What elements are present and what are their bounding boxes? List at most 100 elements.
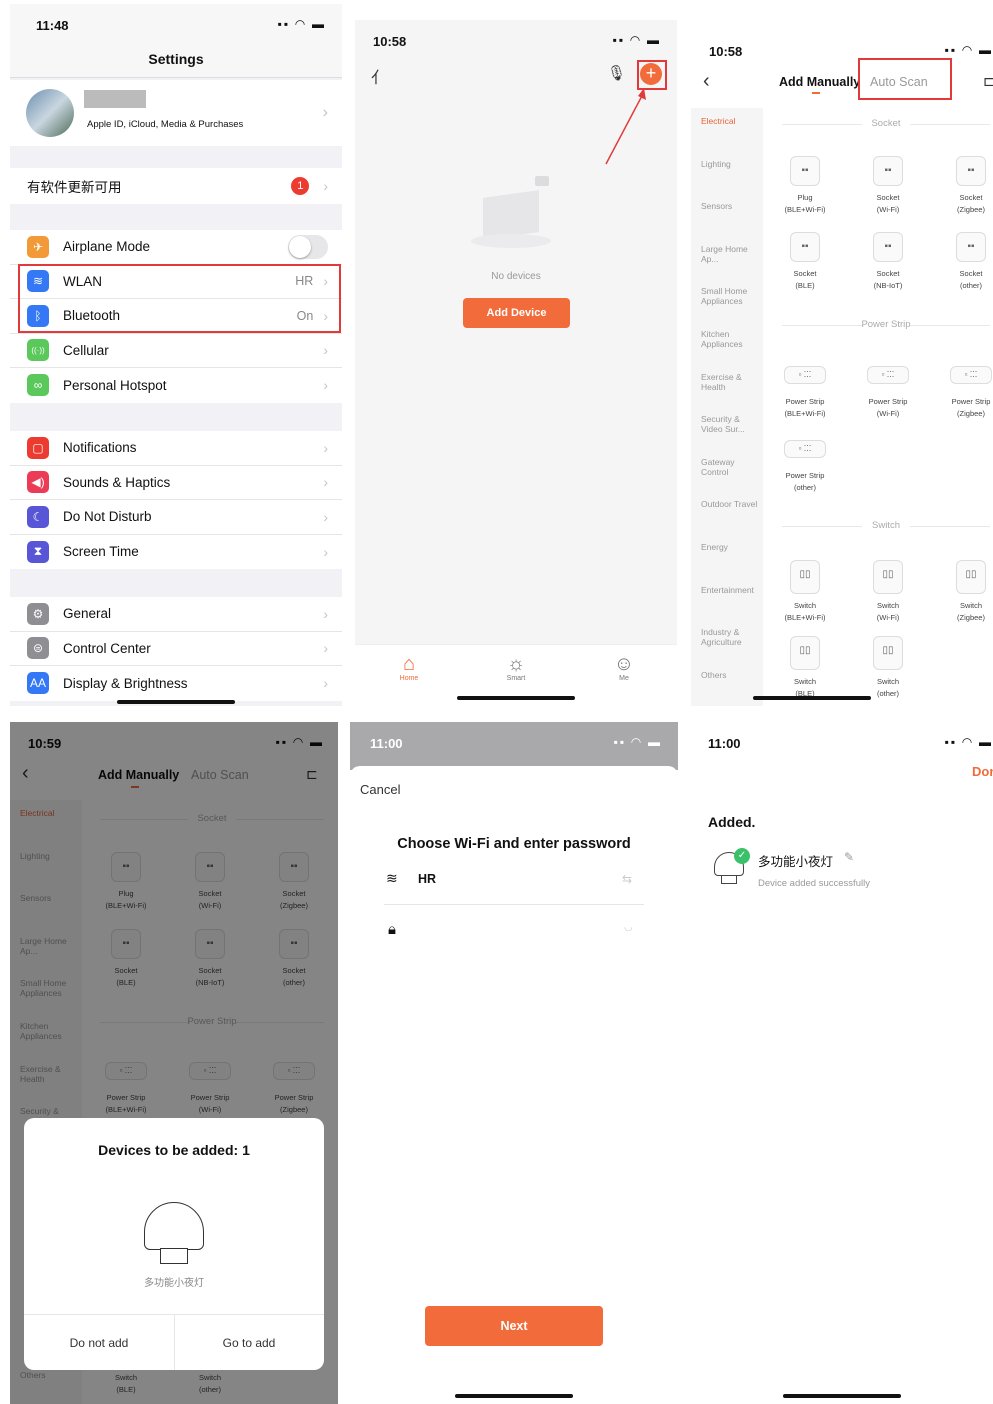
device-socket-other[interactable]: ▪▪ Socket (other): [939, 232, 993, 292]
settings-row-airplane-mode[interactable]: ✈ Airplane Mode: [10, 230, 342, 265]
add-device-screen: 10:58 ▪▪ ◠ ▬ ‹ Add Manually Auto Scan ⊏ …: [691, 30, 993, 706]
device-socket-ble-wi-fi[interactable]: ▪▪ Plug (BLE+Wi-Fi): [773, 156, 837, 216]
socket-icon: ▪▪: [873, 232, 903, 262]
settings-row-label: Airplane Mode: [63, 239, 151, 255]
scan-icon[interactable]: ⊏: [983, 73, 993, 90]
device-socket-zigbee[interactable]: ▪▪ Socket (Zigbee): [939, 156, 993, 216]
sun-icon: ☼: [506, 653, 526, 675]
strip-icon: ▫ ⁚⁚⁚: [784, 440, 826, 458]
cancel-button[interactable]: Cancel: [360, 782, 400, 797]
device-socket-wi-fi[interactable]: ▪▪ Socket (Wi-Fi): [856, 156, 920, 216]
settings-row-do-not-disturb[interactable]: ☾ Do Not Disturb ›: [10, 500, 342, 535]
control-center-icon: ⊜: [27, 637, 49, 660]
family-name-icon[interactable]: ⺅: [371, 64, 387, 88]
device-socket-nb-iot[interactable]: ▪▪ Socket (NB-IoT): [856, 232, 920, 292]
account-subtitle: Apple ID, iCloud, Media & Purchases: [87, 119, 244, 130]
category-outdoor-travel[interactable]: Outdoor Travel: [701, 499, 761, 509]
status-icons: ▪▪ ◠ ▬: [277, 17, 326, 31]
settings-row-label: General: [63, 606, 112, 622]
device-switch-zigbee[interactable]: ▯▯ Switch (Zigbee): [939, 560, 993, 624]
category-industry-agriculture[interactable]: Industry & Agriculture: [701, 627, 761, 647]
next-button[interactable]: Next: [425, 1306, 603, 1346]
category-kitchen-appliances[interactable]: Kitchen Appliances: [701, 329, 761, 349]
socket-icon: ▪▪: [790, 232, 820, 262]
apple-id-row[interactable]: Apple ID, iCloud, Media & Purchases ›: [10, 80, 342, 146]
home-screen: 10:58 ▪▪ ◠ ▬ ⺅ 🎙 + No devices Add Device…: [355, 20, 677, 706]
device-added-screen: 11:00 ▪▪ ◠ ▬ Done Added. ✓ 多功能小夜灯 ✎ Devi…: [690, 722, 993, 1404]
tab-home[interactable]: ⌂ Home: [379, 653, 439, 682]
ssid-field[interactable]: HR: [418, 872, 436, 886]
back-icon[interactable]: ‹: [703, 70, 710, 93]
highlight-box: [858, 58, 952, 100]
settings-row-general[interactable]: ⚙ General ›: [10, 597, 342, 632]
done-button[interactable]: Done: [972, 764, 993, 779]
wifi-sheet: Cancel Choose Wi-Fi and enter password ≋…: [350, 766, 678, 1404]
password-field[interactable]: [418, 918, 618, 940]
category-electrical[interactable]: Electrical: [701, 116, 761, 126]
settings-row-notifications[interactable]: ▢ Notifications ›: [10, 431, 342, 466]
status-icons: ▪▪ ◠ ▬: [613, 735, 662, 749]
tab-smart[interactable]: ☼ Smart: [486, 653, 546, 682]
airplane-mode-toggle[interactable]: [288, 234, 328, 259]
device-name: Plug: [797, 193, 813, 202]
device-strip-other[interactable]: ▫ ⁚⁚⁚ Power Strip (other): [773, 434, 837, 494]
edit-name-icon[interactable]: ✎: [844, 850, 854, 864]
device-name: 多功能小夜灯: [758, 855, 834, 869]
device-switch-ble-wi-fi[interactable]: ▯▯ Switch (BLE+Wi-Fi): [773, 560, 837, 624]
switch-icon: ▯▯: [873, 560, 903, 594]
category-sensors[interactable]: Sensors: [701, 201, 761, 211]
chevron-right-icon: ›: [323, 543, 328, 560]
gear-icon: ⚙: [27, 602, 49, 625]
update-badge: 1: [291, 177, 310, 195]
hotspot-icon: ∞: [27, 374, 49, 397]
device-name: Socket: [959, 269, 983, 278]
settings-row-label: Cellular: [63, 342, 109, 358]
settings-group-notifications: ▢ Notifications › ◀) Sounds & Haptics › ☾ Do No…: [10, 431, 342, 569]
device-switch-ble[interactable]: ▯▯Switch(BLE): [773, 636, 837, 700]
device-name: Switch: [793, 601, 817, 610]
eye-hidden-icon[interactable]: ◡: [624, 922, 633, 933]
category-large-home-ap[interactable]: Large Home Ap...: [701, 244, 761, 264]
strip-icon: ▫ ⁚⁚⁚: [784, 366, 826, 384]
status-bar: 11:48 ▪▪ ◠ ▬: [10, 4, 342, 44]
wifi-setup-screen: 11:00 ▪▪ ◠ ▬ Cancel Choose Wi-Fi and ent…: [350, 722, 678, 1404]
switch-network-icon[interactable]: ⇆: [622, 872, 632, 886]
device-strip-zigbee[interactable]: ▫ ⁚⁚⁚ Power Strip (Zigbee): [939, 360, 993, 420]
device-strip-ble-wi-fi[interactable]: ▫ ⁚⁚⁚ Power Strip (BLE+Wi-Fi): [773, 360, 837, 420]
device-name: Switch: [876, 677, 900, 686]
status-bar: 11:00 ▪▪ ◠ ▬: [350, 722, 678, 762]
category-others[interactable]: Others: [701, 670, 761, 680]
device-protocol: (NB-IoT): [873, 281, 903, 290]
category-entertainment[interactable]: Entertainment: [701, 585, 761, 595]
category-energy[interactable]: Energy: [701, 542, 761, 552]
device-strip-wi-fi[interactable]: ▫ ⁚⁚⁚ Power Strip (Wi-Fi): [856, 360, 920, 420]
device-protocol: (Wi-Fi): [876, 205, 900, 214]
add-device-button[interactable]: Add Device: [463, 298, 570, 328]
category-gateway-control[interactable]: Gateway Control: [701, 457, 761, 477]
settings-row-control-center[interactable]: ⊜ Control Center ›: [10, 632, 342, 666]
settings-row-sounds-haptics[interactable]: ◀) Sounds & Haptics ›: [10, 466, 342, 500]
tab-me[interactable]: ☺ Me: [594, 653, 654, 682]
status-time: 11:00: [708, 736, 741, 751]
settings-row-cellular[interactable]: ((·)) Cellular ›: [10, 334, 342, 368]
status-time: 11:48: [36, 18, 69, 33]
category-lighting[interactable]: Lighting: [701, 159, 761, 169]
device-protocol: (Wi-Fi): [876, 613, 900, 622]
go-to-add-button[interactable]: Go to add: [174, 1336, 324, 1350]
software-update-row[interactable]: 有软件更新可用 1 ›: [10, 168, 342, 204]
device-switch-other[interactable]: ▯▯Switch(other): [856, 636, 920, 700]
settings-row-screen-time[interactable]: ⧗ Screen Time ›: [10, 535, 342, 570]
section-divider: [910, 526, 990, 527]
settings-row-display-brightness[interactable]: AA Display & Brightness ›: [10, 666, 342, 701]
category-security-video-sur[interactable]: Security & Video Sur...: [701, 414, 761, 434]
category-exercise-health[interactable]: Exercise & Health: [701, 372, 761, 392]
microphone-icon[interactable]: 🎙: [607, 64, 626, 82]
device-socket-ble[interactable]: ▪▪ Socket (BLE): [773, 232, 837, 292]
device-switch-wi-fi[interactable]: ▯▯ Switch (Wi-Fi): [856, 560, 920, 624]
settings-row-personal-hotspot[interactable]: ∞ Personal Hotspot ›: [10, 368, 342, 403]
wifi-icon: ≋: [386, 870, 398, 886]
tab-add-manually[interactable]: Add Manually: [779, 75, 860, 89]
device-name: Socket: [876, 269, 900, 278]
category-small-home-appliances[interactable]: Small Home Appliances: [701, 286, 761, 306]
do-not-add-button[interactable]: Do not add: [24, 1336, 174, 1350]
